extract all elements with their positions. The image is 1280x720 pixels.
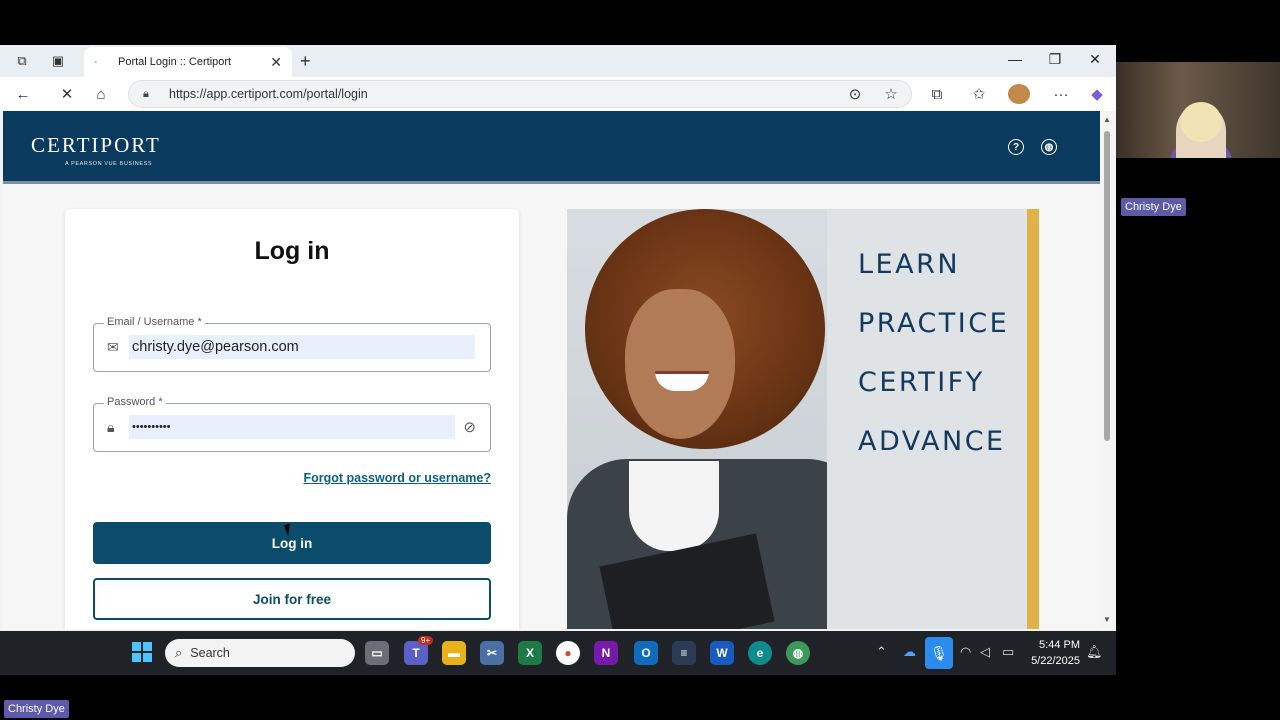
password-field[interactable]: Password * 🔒︎ •••••••••• ⊘ bbox=[93, 396, 491, 452]
show-hidden-icons-icon[interactable]: ⌃ bbox=[876, 644, 887, 660]
windows-taskbar: ⌕ Search ▭ T 9+ ▬ ✂ X ● N O ≡ W e ◍ ⌃ ☁ … bbox=[0, 631, 1116, 675]
notifications-icon[interactable]: 🔔︎ bbox=[1086, 644, 1103, 660]
address-bar[interactable]: 🔒︎ https://app.certiport.com/portal/logi… bbox=[128, 80, 912, 108]
microphone-icon[interactable]: 🎙︎ bbox=[925, 637, 953, 669]
onenote-icon[interactable]: N bbox=[594, 641, 618, 665]
taskbar-clock[interactable]: 5:44 PM 5/22/2025 bbox=[1030, 637, 1080, 669]
snipping-tool-icon[interactable]: ✂ bbox=[480, 641, 504, 665]
extensions-icon[interactable]: ⧉ bbox=[926, 84, 948, 104]
page-scrollbar[interactable]: ▲ ▼ bbox=[1100, 111, 1116, 629]
hero-word-practice: PRACTICE bbox=[858, 308, 1010, 339]
help-icon[interactable]: ? bbox=[1008, 139, 1024, 155]
excel-icon[interactable]: X bbox=[518, 641, 542, 665]
browser-window: ⧉ ▣ · Portal Login :: Certiport ✕ + — ❐ … bbox=[0, 45, 1116, 675]
self-name-tag: Christy Dye bbox=[4, 700, 69, 718]
hero-word-learn: LEARN bbox=[858, 249, 961, 280]
email-field[interactable]: Email / Username * ✉ christy.dye@pearson… bbox=[93, 316, 491, 372]
scroll-down-icon[interactable]: ▼ bbox=[1103, 615, 1111, 624]
login-card: Log in Email / Username * ✉ christy.dye@… bbox=[65, 209, 519, 629]
hero-word-certify: CERTIFY bbox=[858, 367, 985, 398]
scrollbar-thumb[interactable] bbox=[1104, 131, 1110, 441]
close-window-icon[interactable]: ✕ bbox=[1080, 51, 1110, 68]
student-face bbox=[625, 289, 735, 439]
globe-app-icon[interactable]: ◍ bbox=[786, 641, 810, 665]
profile-avatar[interactable] bbox=[1008, 84, 1030, 104]
password-label: Password * bbox=[104, 396, 166, 408]
wifi-icon[interactable]: ◠ bbox=[960, 644, 971, 660]
tab-strip: ⧉ ▣ · Portal Login :: Certiport ✕ + — ❐ … bbox=[0, 45, 1116, 77]
app-icon[interactable]: ≡ bbox=[672, 641, 696, 665]
search-icon: ⌕ bbox=[175, 645, 183, 660]
hide-password-icon[interactable]: ⊘ bbox=[463, 418, 476, 436]
volume-icon[interactable]: ◁ bbox=[980, 644, 990, 660]
teams-badge: 9+ bbox=[418, 636, 434, 645]
site-header: CERTIPORT A PEARSON VUE BUSINESS ? ◍ bbox=[3, 111, 1100, 184]
url-text: https://app.certiport.com/portal/login bbox=[169, 87, 368, 101]
hero-image: LEARN PRACTICE CERTIFY ADVANCE bbox=[567, 209, 1039, 629]
file-explorer-icon[interactable]: ▬ bbox=[442, 641, 466, 665]
participant-name-tag: Christy Dye bbox=[1121, 198, 1186, 216]
clock-date: 5/22/2025 bbox=[1031, 655, 1080, 667]
copilot-icon[interactable]: ◆ bbox=[1086, 84, 1108, 104]
stop-loading-icon[interactable]: ✕ bbox=[56, 84, 78, 104]
browser-toolbar: ← ✕ ⌂ 🔒︎ https://app.certiport.com/porta… bbox=[0, 77, 1116, 111]
back-icon[interactable]: ← bbox=[12, 84, 34, 104]
workspaces-icon[interactable]: ⧉ bbox=[8, 51, 36, 71]
minimize-icon[interactable]: — bbox=[1000, 51, 1030, 67]
tab-title: Portal Login :: Certiport bbox=[118, 56, 232, 68]
join-free-button[interactable]: Join for free bbox=[93, 578, 491, 620]
battery-icon[interactable]: ▭ bbox=[1002, 644, 1014, 660]
taskbar-search-label: Search bbox=[190, 646, 230, 660]
favorites-icon[interactable]: ✩ bbox=[968, 84, 990, 104]
onedrive-icon[interactable]: ☁ bbox=[903, 644, 916, 660]
login-heading: Log in bbox=[254, 237, 330, 265]
lock-field-icon: 🔒︎ bbox=[107, 419, 115, 435]
favorite-star-icon[interactable]: ☆ bbox=[880, 84, 902, 104]
forgot-password-link[interactable]: Forgot password or username? bbox=[303, 471, 491, 485]
new-tab-icon[interactable]: + bbox=[300, 51, 311, 72]
tab-portal-login[interactable]: · Portal Login :: Certiport ✕ bbox=[84, 47, 292, 77]
globe-language-icon[interactable]: ◍ bbox=[1041, 139, 1057, 155]
login-button[interactable]: Log in bbox=[93, 522, 491, 564]
hero-word-advance: ADVANCE bbox=[858, 426, 1006, 457]
certiport-logo[interactable]: CERTIPORT bbox=[31, 133, 161, 158]
settings-more-icon[interactable]: ··· bbox=[1050, 84, 1072, 104]
participant-video bbox=[1116, 62, 1280, 158]
hero-accent-stripe bbox=[1027, 209, 1039, 629]
tab-favicon: · bbox=[94, 56, 98, 68]
edge-icon[interactable]: e bbox=[748, 641, 772, 665]
task-view-icon[interactable]: ▭ bbox=[365, 641, 389, 665]
email-value[interactable]: christy.dye@pearson.com bbox=[129, 335, 475, 359]
taskbar-search[interactable]: ⌕ Search bbox=[165, 639, 355, 667]
home-icon[interactable]: ⌂ bbox=[90, 84, 112, 104]
password-value[interactable]: •••••••••• bbox=[129, 415, 455, 439]
windows-start-icon[interactable] bbox=[132, 642, 152, 662]
restore-icon[interactable]: ❐ bbox=[1040, 51, 1070, 68]
scroll-up-icon[interactable]: ▲ bbox=[1103, 115, 1111, 124]
page-viewport: CERTIPORT A PEARSON VUE BUSINESS ? ◍ Log… bbox=[3, 111, 1100, 629]
clock-time: 5:44 PM bbox=[1039, 639, 1080, 651]
lock-icon: 🔒︎ bbox=[143, 87, 149, 100]
outlook-icon[interactable]: O bbox=[634, 641, 658, 665]
word-icon[interactable]: W bbox=[710, 641, 734, 665]
more-address-options-icon[interactable]: ⊙ bbox=[844, 84, 866, 104]
envelope-icon: ✉ bbox=[107, 339, 119, 355]
tab-actions-icon[interactable]: ▣ bbox=[44, 51, 72, 71]
logo-tagline: A PEARSON VUE BUSINESS bbox=[65, 161, 153, 167]
close-tab-icon[interactable]: ✕ bbox=[270, 54, 282, 71]
email-label: Email / Username * bbox=[104, 316, 205, 328]
chrome-icon[interactable]: ● bbox=[556, 641, 580, 665]
